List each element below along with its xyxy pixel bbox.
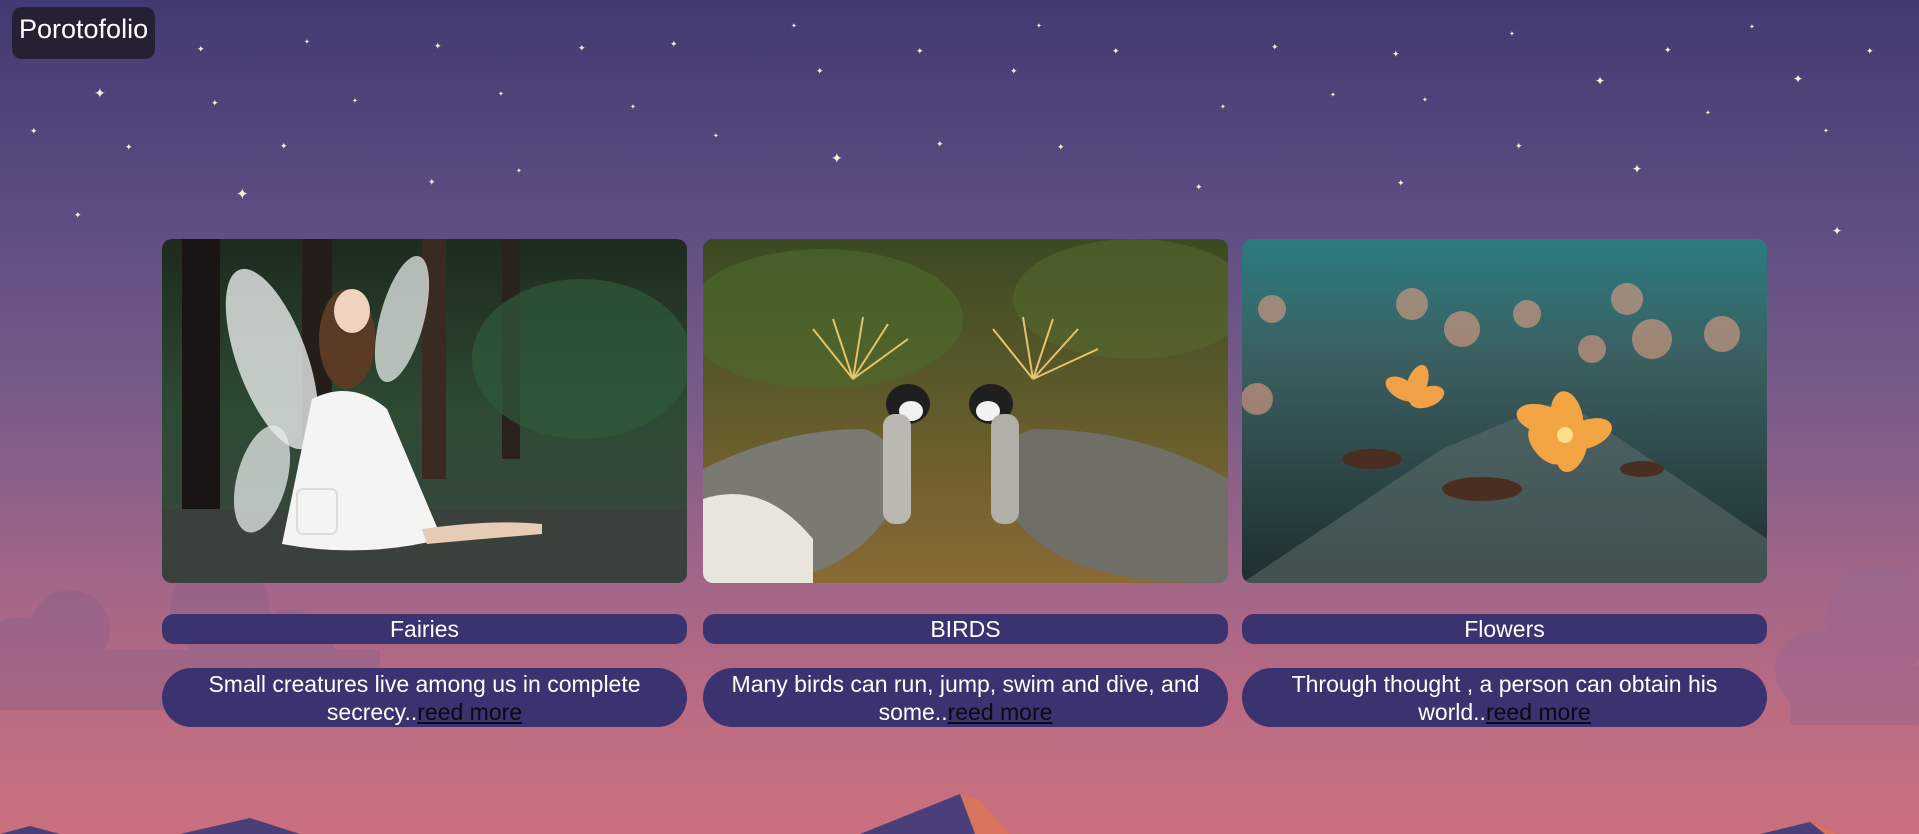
mountains-decoration [0, 794, 1840, 834]
card-title: Flowers [1242, 614, 1767, 644]
star-icon: ✦ [1705, 110, 1711, 117]
card-description: Small creatures live among us in complet… [162, 668, 687, 727]
card-image-flowers [1242, 239, 1767, 583]
star-icon: ✦ [352, 98, 358, 105]
star-icon: ✦ [1036, 23, 1042, 30]
star-icon: ✦ [94, 85, 106, 101]
star-icon: ✦ [1823, 128, 1829, 135]
card-flowers: Flowers Through thought , a person can o… [1242, 239, 1767, 727]
star-icon: ✦ [304, 39, 310, 46]
star-icon: ✦ [236, 186, 249, 203]
star-icon: ✦ [498, 91, 504, 98]
site-logo[interactable]: Porotofolio [12, 7, 156, 59]
star-icon: ✦ [1515, 141, 1523, 151]
star-icon: ✦ [1595, 74, 1606, 88]
read-more-link[interactable]: reed more [1486, 699, 1591, 725]
card-image-fairy [162, 239, 687, 583]
star-icon: ✦ [670, 39, 678, 49]
star-icon: ✦ [578, 43, 586, 53]
star-icon: ✦ [1749, 24, 1755, 31]
star-icon: ✦ [211, 98, 219, 108]
star-icon: ✦ [1866, 46, 1874, 56]
star-icon: ✦ [1057, 142, 1065, 152]
star-icon: ✦ [1112, 46, 1120, 56]
star-icon: ✦ [936, 139, 944, 149]
star-icon: ✦ [428, 177, 436, 187]
star-icon: ✦ [516, 168, 522, 175]
card-fairies: Fairies Small creatures live among us in… [162, 239, 687, 727]
star-icon: ✦ [1664, 45, 1672, 55]
star-icon: ✦ [125, 142, 133, 152]
star-icon: ✦ [197, 44, 205, 54]
read-more-link[interactable]: reed more [417, 699, 522, 725]
star-icon: ✦ [74, 210, 82, 220]
star-icon: ✦ [1330, 92, 1336, 99]
star-icon: ✦ [30, 126, 38, 136]
star-icon: ✦ [1632, 162, 1643, 176]
card-image-birds [703, 239, 1228, 583]
starry-sky: ✦ ✦ ✦ ✦ ✦ ✦ ✦ ✦ ✦ ✦ ✦ ✦ ✦ ✦ ✦ ✦ ✦ ✦ ✦ ✦ … [0, 0, 1919, 260]
star-icon: ✦ [816, 66, 824, 76]
star-icon: ✦ [1793, 72, 1804, 86]
star-icon: ✦ [1010, 66, 1018, 76]
card-description: Many birds can run, jump, swim and dive,… [703, 668, 1228, 727]
star-icon: ✦ [1397, 178, 1405, 188]
read-more-link[interactable]: reed more [948, 699, 1053, 725]
star-icon: ✦ [831, 150, 843, 166]
card-birds: BIRDS Many birds can run, jump, swim and… [703, 239, 1228, 727]
card-title: Fairies [162, 614, 687, 644]
star-icon: ✦ [916, 46, 924, 56]
card-description: Through thought , a person can obtain hi… [1242, 668, 1767, 727]
star-icon: ✦ [280, 141, 288, 151]
card-title: BIRDS [703, 614, 1228, 644]
star-icon: ✦ [1271, 42, 1279, 52]
star-icon: ✦ [1195, 182, 1203, 192]
star-icon: ✦ [630, 104, 636, 111]
star-icon: ✦ [1422, 97, 1428, 104]
star-icon: ✦ [434, 41, 442, 51]
star-icon: ✦ [1832, 224, 1843, 238]
star-icon: ✦ [713, 133, 719, 140]
star-icon: ✦ [1220, 104, 1226, 111]
star-icon: ✦ [791, 23, 797, 30]
star-icon: ✦ [1509, 31, 1515, 38]
star-icon: ✦ [1392, 49, 1400, 59]
